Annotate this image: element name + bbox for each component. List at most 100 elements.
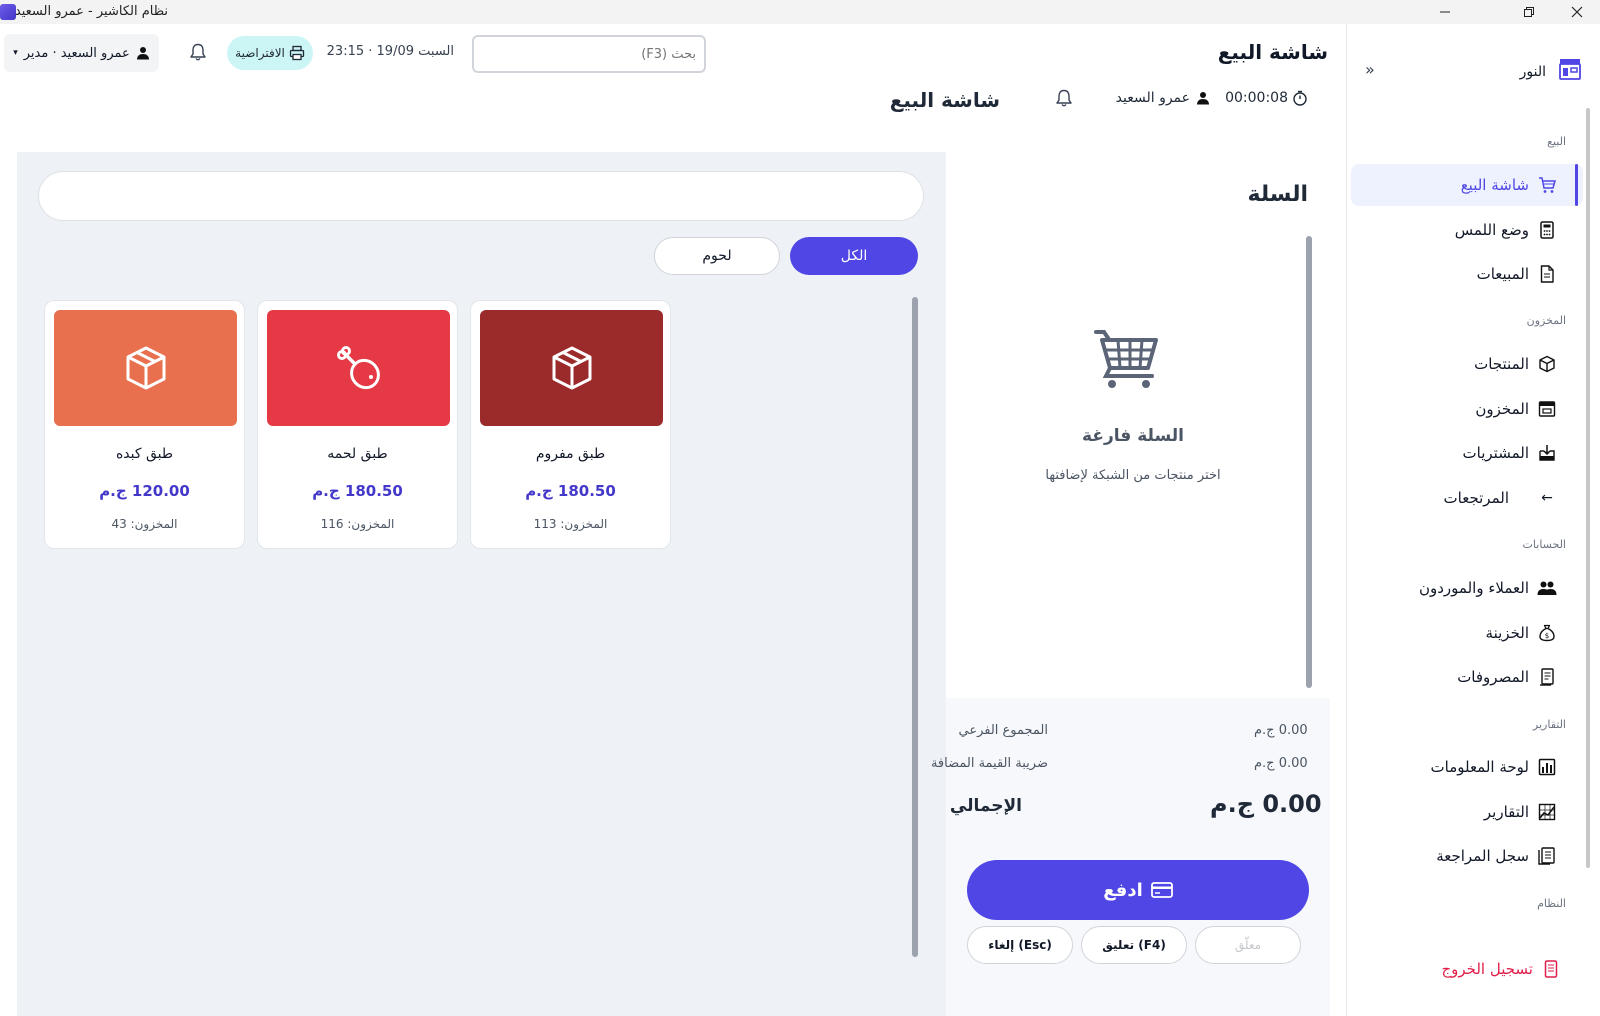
vat-value: 0.00 ج.م (1254, 756, 1308, 771)
page-title: شاشة البيع (1217, 40, 1328, 64)
sidebar-item-reports[interactable]: التقارير (1351, 791, 1583, 833)
cart-title: السلة (1247, 182, 1308, 207)
sidebar-scrollbar[interactable] (1586, 108, 1590, 868)
section-label-system: النظام (1537, 897, 1566, 910)
sidebar: النور » البيع شاشة البيع وضع اللمس المبي… (1346, 24, 1600, 1016)
suspend-button[interactable]: (F4) تعليق (1081, 926, 1187, 964)
sidebar-item-label: المشتريات (1462, 444, 1529, 462)
product-thumbnail (54, 310, 237, 426)
sidebar-item-returns[interactable]: ← المرتجعات (1351, 477, 1583, 519)
empty-cart-hint: اختر منتجات من الشبكة لإضافتها (1045, 468, 1221, 483)
users-icon (1537, 578, 1557, 598)
money-bag-icon: $ (1537, 623, 1557, 643)
category-all-button[interactable]: الكل (790, 237, 918, 275)
notifications-bell-icon[interactable] (1054, 88, 1074, 108)
stopwatch-icon (1292, 90, 1308, 106)
main-content: 00:00:08 عمرو السعيد شاشة البيع الكل لحو… (17, 84, 1330, 1016)
product-thumbnail (480, 310, 663, 426)
empty-cart-title: السلة فارغة (1082, 426, 1184, 446)
active-indicator (1575, 164, 1578, 206)
section-label-sales: البيع (1547, 135, 1566, 148)
cart-scrollbar[interactable] (1306, 236, 1312, 688)
product-price: 120.00 ج.م (99, 482, 190, 500)
sidebar-item-label: لوحة المعلومات (1430, 758, 1530, 776)
sidebar-item-label: المرتجعات (1443, 489, 1509, 507)
sidebar-item-audit[interactable]: سجل المراجعة (1351, 835, 1583, 877)
user-menu-button[interactable]: عمرو السعيد · مدير ▾ (4, 34, 159, 72)
cart-totals: المجموع الفرعي 0.00 ج.م ضريبة القيمة الم… (931, 698, 1330, 1016)
held-orders-button[interactable]: معلّق (1195, 926, 1301, 964)
download-box-icon (1537, 443, 1557, 463)
cashier-info: عمرو السعيد (1116, 90, 1210, 106)
section-label-reports: التقارير (1532, 718, 1566, 731)
sidebar-item-logout[interactable]: تسجيل الخروج (1351, 948, 1583, 990)
sidebar-item-treasury[interactable]: $ الخزينة (1351, 612, 1583, 654)
pos-title: شاشة البيع (889, 88, 1000, 112)
pos-subheader: 00:00:08 عمرو السعيد شاشة البيع (17, 84, 1330, 152)
product-name: طبق مفروم (535, 446, 606, 462)
box-icon (1537, 354, 1557, 374)
sidebar-item-label: المخزون (1475, 400, 1529, 418)
user-menu-label: عمرو السعيد · مدير (23, 45, 130, 61)
cancel-sale-button[interactable]: (Esc) إلغاء (967, 926, 1073, 964)
restore-button[interactable] (1506, 0, 1552, 24)
sidebar-item-label: التقارير (1483, 803, 1529, 821)
sidebar-item-label: المنتجات (1474, 355, 1529, 373)
printer-badge[interactable]: الافتراضية (227, 36, 313, 70)
calculator-icon (1537, 220, 1557, 240)
product-card[interactable]: طبق مفروم 180.50 ج.م المخزون: 113 (470, 300, 671, 549)
sidebar-item-sales[interactable]: المبيعات (1351, 253, 1583, 295)
product-grid-scrollbar[interactable] (912, 297, 918, 957)
minimize-button[interactable] (1422, 0, 1468, 24)
vat-label: ضريبة القيمة المضافة (930, 756, 1048, 771)
chevron-down-icon: ▾ (13, 48, 18, 58)
receipt-icon (1537, 667, 1557, 687)
sidebar-item-purchases[interactable]: المشتريات (1351, 432, 1583, 474)
product-price: 180.50 ج.م (525, 482, 616, 500)
product-card[interactable]: طبق كبده 120.00 ج.م المخزون: 43 (44, 300, 245, 549)
notifications-bell-icon[interactable] (188, 42, 208, 62)
sidebar-item-label: شاشة البيع (1460, 176, 1529, 194)
pay-button[interactable]: ادفع (967, 860, 1309, 920)
sidebar-item-dashboard[interactable]: لوحة المعلومات (1351, 746, 1583, 788)
close-button[interactable] (1554, 0, 1600, 24)
store-logo-icon (1558, 57, 1582, 81)
empty-cart-icon (1094, 328, 1158, 390)
credit-card-icon (1150, 882, 1173, 898)
sidebar-item-stock[interactable]: المخزون (1351, 388, 1583, 430)
sidebar-item-expenses[interactable]: المصروفات (1351, 656, 1583, 698)
box-icon (548, 344, 596, 392)
product-search-input[interactable] (38, 171, 924, 221)
document-icon (1537, 264, 1557, 284)
sidebar-item-customers[interactable]: العملاء والموردون (1351, 567, 1583, 609)
user-icon (136, 46, 150, 60)
sidebar-item-pos[interactable]: شاشة البيع (1351, 164, 1583, 206)
global-search-input[interactable] (472, 35, 706, 73)
svg-text:$: $ (1545, 632, 1549, 640)
sidebar-collapse-button[interactable]: » (1365, 60, 1375, 79)
brand-name: النور (1519, 64, 1546, 80)
cart-panel: السلة السلة فارغة اختر منتجات من الشبكة … (931, 152, 1330, 1016)
product-thumbnail (267, 310, 450, 426)
pay-label: ادفع (1103, 879, 1143, 901)
sidebar-item-products[interactable]: المنتجات (1351, 343, 1583, 385)
product-stock: المخزون: 113 (533, 517, 608, 531)
box-icon (122, 344, 170, 392)
product-card[interactable]: طبق لحمه 180.50 ج.م المخزون: 116 (257, 300, 458, 549)
bar-chart-icon (1537, 757, 1557, 777)
datetime-display: السبت 19/09 · 23:15 (326, 44, 454, 59)
session-timer: 00:00:08 (1225, 90, 1308, 106)
user-icon (1196, 91, 1210, 105)
product-name: طبق كبده (115, 446, 174, 462)
category-meat-button[interactable]: لحوم (654, 237, 780, 275)
drumstick-icon (333, 342, 385, 394)
window-titlebar: نظام الكاشير - عمرو السعيد (0, 0, 1600, 24)
sidebar-item-touch[interactable]: وضع اللمس (1351, 209, 1583, 251)
product-stock: المخزون: 43 (111, 517, 178, 531)
sidebar-item-label: سجل المراجعة (1436, 847, 1529, 865)
arrow-left-icon: ← (1541, 490, 1553, 506)
warehouse-icon (1537, 399, 1557, 419)
product-name: طبق لحمه (327, 446, 388, 462)
timer-value: 00:00:08 (1225, 90, 1288, 106)
cashier-name: عمرو السعيد (1115, 90, 1190, 106)
